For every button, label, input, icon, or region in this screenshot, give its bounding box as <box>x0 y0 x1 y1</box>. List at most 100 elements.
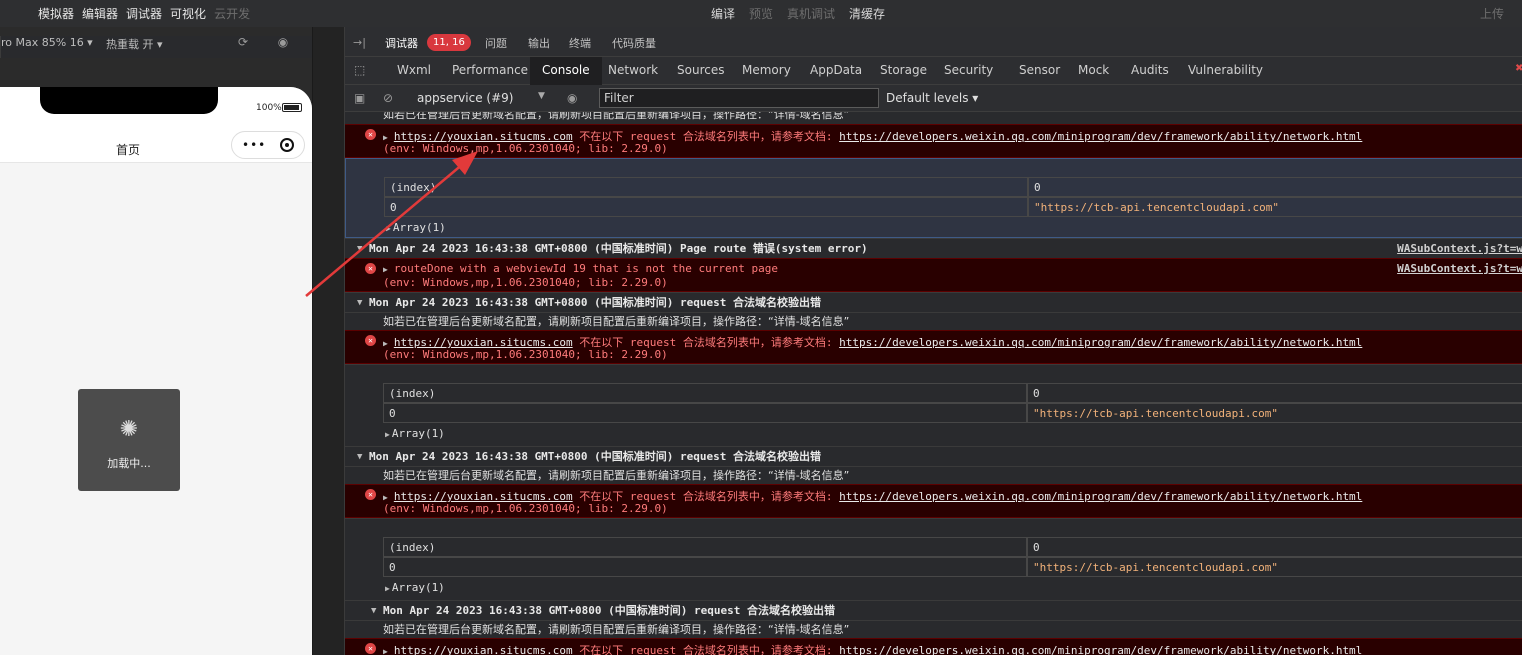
tab-storage[interactable]: Storage <box>880 63 927 77</box>
menu-debugger[interactable]: 调试器 <box>126 5 162 22</box>
array-expander[interactable]: ▶ Array(1) <box>385 425 445 443</box>
tab-output[interactable]: 输出 <box>528 35 550 51</box>
log-error: ✕ ▶ https://youxian.situcms.com 不在以下 requ… <box>345 330 1522 364</box>
sidebar-toggle-icon[interactable]: ▣ <box>354 91 365 105</box>
group-title: Mon Apr 24 2023 16:43:38 GMT+0800 (中国标准时… <box>383 604 836 617</box>
menu-editor[interactable]: 编辑器 <box>82 5 118 22</box>
tab-code-quality[interactable]: 代码质量 <box>612 35 656 51</box>
error-icon: ✕ <box>365 643 376 654</box>
tab-appdata[interactable]: AppData <box>810 63 862 77</box>
expand-icon[interactable]: ▶ <box>383 339 388 348</box>
domain-link[interactable]: https://youxian.situcms.com <box>394 644 573 655</box>
array-expander[interactable]: ▶ Array(1) <box>386 219 446 237</box>
source-link[interactable]: WASubContext.js?t=w <box>1397 262 1522 275</box>
log-group-header[interactable]: ▼ Mon Apr 24 2023 16:43:38 GMT+0800 (中国标… <box>345 238 1522 258</box>
tab-memory[interactable]: Memory <box>742 63 791 77</box>
doc-link[interactable]: https://developers.weixin.qq.com/minipro… <box>839 490 1362 503</box>
menu-cloud[interactable]: 云开发 <box>214 5 250 22</box>
tab-console[interactable]: Console <box>530 57 602 85</box>
log-group-header[interactable]: ▼ Mon Apr 24 2023 16:43:38 GMT+0800 (中国标… <box>345 292 1522 312</box>
menu-simulator[interactable]: 模拟器 <box>38 5 74 22</box>
clear-console-icon[interactable]: ⊘ <box>383 91 393 105</box>
error-icon: ✕ <box>365 129 376 140</box>
log-levels-select[interactable]: Default levels ▾ <box>886 91 978 105</box>
compile-button[interactable]: 编译 <box>711 5 735 22</box>
upload-button[interactable]: 上传 <box>1480 5 1504 22</box>
preview-button[interactable]: 预览 <box>749 5 773 22</box>
log-info: 如若已在管理后台更新域名配置，请刷新项目配置后重新编译项目，操作路径：“详情-域… <box>345 312 1522 330</box>
doc-link[interactable]: https://developers.weixin.qq.com/minipro… <box>839 336 1362 349</box>
refresh-icon[interactable]: ⟳ <box>236 35 250 49</box>
real-debug-button[interactable]: 真机调试 <box>787 5 835 22</box>
pane-divider[interactable] <box>312 27 344 655</box>
expand-icon[interactable]: ▶ <box>383 133 388 142</box>
table-cell-value: "https://tcb-api.tencentcloudapi.com" <box>1027 403 1522 423</box>
menubar: 模拟器 编辑器 调试器 可视化 云开发 编译 预览 真机调试 清缓存 上传 <box>0 0 1522 27</box>
tab-issues[interactable]: 问题 <box>485 35 507 51</box>
tab-security[interactable]: Security <box>944 63 993 77</box>
context-select[interactable]: appservice (#9) <box>417 91 513 105</box>
log-group-header[interactable]: ▼ Mon Apr 24 2023 16:43:38 GMT+0800 (中国标… <box>345 600 1522 620</box>
devtools-tool-tabs: ⬚ Wxml Performance Console Network Sourc… <box>345 57 1522 85</box>
doc-link[interactable]: https://developers.weixin.qq.com/minipro… <box>839 644 1362 655</box>
tab-performance[interactable]: Performance <box>452 63 528 77</box>
expand-icon[interactable]: ▶ <box>383 265 388 274</box>
log-group-header[interactable]: ▼ Mon Apr 24 2023 16:43:38 GMT+0800 (中国标… <box>345 446 1522 466</box>
group-title: Mon Apr 24 2023 16:43:38 GMT+0800 (中国标准时… <box>369 450 822 463</box>
battery-icon <box>282 103 302 112</box>
env-info: (env: Windows,mp,1.06.2301040; lib: 2.29… <box>383 276 668 289</box>
collapse-icon[interactable]: ▼ <box>357 239 362 259</box>
inspect-icon[interactable]: ⬚ <box>354 63 365 77</box>
console-log: 如若已在管理后台更新域名配置，请刷新项目配置后重新编译项目，操作路径：“详情-域… <box>345 112 1522 655</box>
phone-status-bar: 100% <box>0 87 312 137</box>
error-count-badge: 11, 16 <box>427 34 471 51</box>
log-error: ✕ ▶ https://youxian.situcms.com 不在以下 requ… <box>345 124 1522 158</box>
expand-icon[interactable]: ▶ <box>383 647 388 655</box>
expand-icon[interactable]: ▶ <box>383 493 388 502</box>
tab-sensor[interactable]: Sensor <box>1019 63 1060 77</box>
doc-link[interactable]: https://developers.weixin.qq.com/minipro… <box>839 130 1362 143</box>
context-dropdown-icon[interactable]: ▼ <box>538 91 545 101</box>
loading-spinner-icon: ✺ <box>119 417 139 442</box>
table-header-index: (index) <box>384 177 1028 197</box>
error-indicator-icon[interactable]: ✖ <box>1515 63 1522 74</box>
capsule-menu[interactable]: ••• <box>231 131 305 159</box>
table-cell-key: 0 <box>383 557 1027 577</box>
log-info: 如若已在管理后台更新域名配置，请刷新项目配置后重新编译项目，操作路径：“详情-域… <box>345 620 1522 638</box>
error-icon: ✕ <box>365 335 376 346</box>
tab-network[interactable]: Network <box>608 63 658 77</box>
collapse-icon[interactable]: ▼ <box>371 601 376 621</box>
tab-wxml[interactable]: Wxml <box>397 63 431 77</box>
dock-icon[interactable]: →| <box>353 36 366 49</box>
more-dots-icon[interactable]: ••• <box>242 138 266 152</box>
phone-navbar: 首页 ••• <box>0 131 312 163</box>
log-info: 如若已在管理后台更新域名配置，请刷新项目配置后重新编译项目，操作路径：“详情-域… <box>345 466 1522 484</box>
tab-terminal[interactable]: 终端 <box>569 35 591 51</box>
log-error: ✕ ▶ routeDone with a webviewId 19 that is… <box>345 258 1522 292</box>
stop-icon[interactable]: ◉ <box>276 35 290 49</box>
clear-cache-button[interactable]: 清缓存 <box>849 5 885 22</box>
log-info: 如若已在管理后台更新域名配置，请刷新项目配置后重新编译项目，操作路径：“详情-域… <box>383 112 850 121</box>
log-table[interactable]: (index) 0 0 "https://tcb-api.tencentclou… <box>345 364 1522 446</box>
table-header-index: (index) <box>383 537 1027 557</box>
source-link[interactable]: WASubContext.js?t=w <box>1397 239 1522 259</box>
collapse-icon[interactable]: ▼ <box>357 293 362 313</box>
battery-percent: 100% <box>256 103 282 113</box>
table-header-col: 0 <box>1027 537 1522 557</box>
filter-input[interactable] <box>599 88 879 108</box>
live-expression-eye-icon[interactable]: ◉ <box>567 91 577 105</box>
array-expander[interactable]: ▶ Array(1) <box>385 579 445 597</box>
close-mini-program-icon[interactable] <box>280 138 294 152</box>
hot-reload-toggle[interactable]: 热重载 开 ▾ <box>106 36 163 52</box>
tab-audits[interactable]: Audits <box>1131 63 1169 77</box>
tab-vulnerability[interactable]: Vulnerability <box>1188 63 1263 77</box>
env-info: (env: Windows,mp,1.06.2301040; lib: 2.29… <box>383 348 668 361</box>
error-icon: ✕ <box>365 489 376 500</box>
tab-mock[interactable]: Mock <box>1078 63 1109 77</box>
menu-visual[interactable]: 可视化 <box>170 5 206 22</box>
tab-sources[interactable]: Sources <box>677 63 724 77</box>
collapse-icon[interactable]: ▼ <box>357 447 362 467</box>
log-table-selected[interactable]: (index) 0 0 "https://tcb-api.tencentclou… <box>345 158 1522 238</box>
tab-debugger[interactable]: 调试器 <box>385 35 418 51</box>
log-table[interactable]: (index) 0 0 "https://tcb-api.tencentclou… <box>345 518 1522 600</box>
